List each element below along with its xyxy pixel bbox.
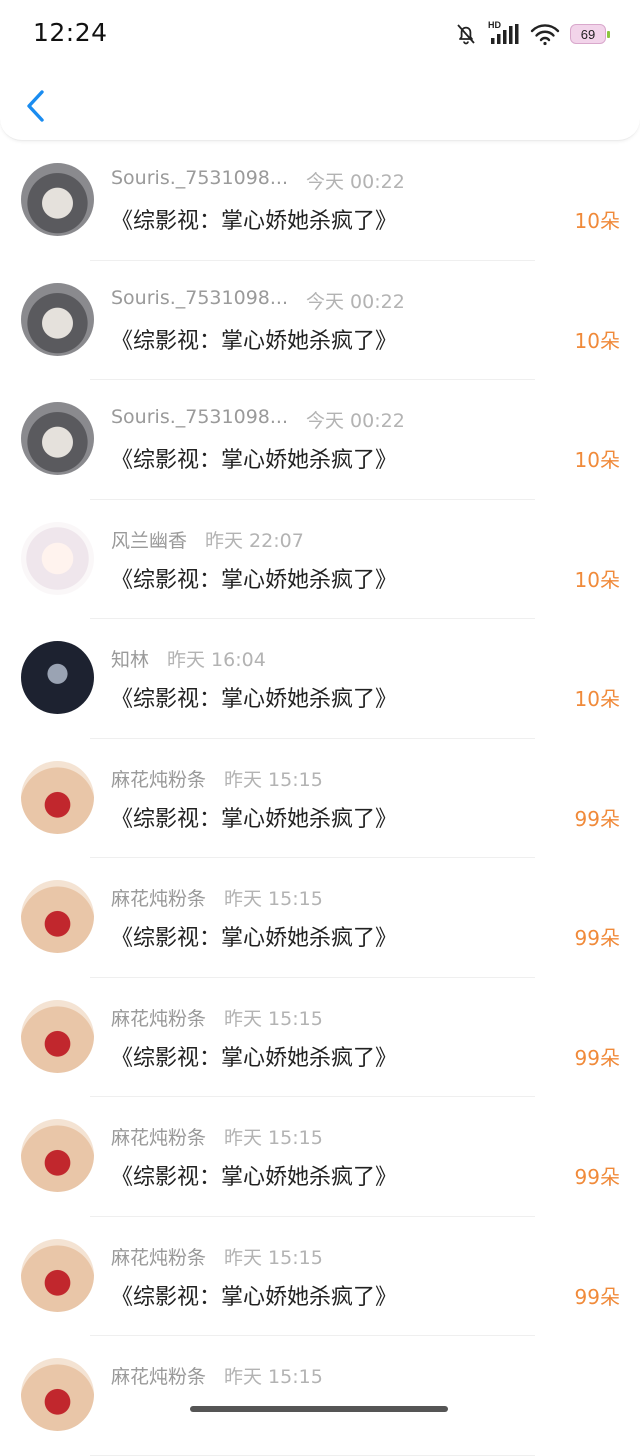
home-indicator [190, 1406, 448, 1412]
gift-amount: 99朵 [574, 806, 620, 831]
row-meta: 风兰幽香 昨天 22:07 [111, 526, 304, 553]
status-icons: HD 69 [454, 20, 610, 48]
user-name[interactable]: Souris._7531098... [111, 287, 288, 314]
avatar[interactable] [21, 163, 94, 236]
timestamp: 昨天 15:15 [224, 1246, 323, 1269]
book-title: 《综影视：掌心娇她杀疯了》 [111, 926, 398, 951]
user-name[interactable]: 麻花炖粉条 [111, 765, 206, 792]
back-arrow-icon[interactable] [22, 88, 48, 124]
gift-amount: 10朵 [574, 448, 620, 472]
status-time: 12:24 [33, 18, 108, 47]
avatar[interactable] [21, 282, 94, 356]
avatar[interactable] [21, 1119, 94, 1192]
battery-icon: 69 [570, 24, 610, 44]
list-item[interactable]: 麻花炖粉条 昨天 15:15 《综影视：掌心娇她杀疯了》 99朵 [0, 1217, 640, 1336]
row-meta: 麻花炖粉条 昨天 15:15 [111, 1362, 323, 1389]
divider [90, 1454, 535, 1456]
avatar[interactable] [21, 521, 94, 595]
list-item[interactable]: Souris._7531098... 今天 00:22 《综影视：掌心娇她杀疯了》 1… [0, 380, 640, 500]
row-meta: 麻花炖粉条 昨天 15:15 [111, 765, 323, 792]
timestamp: 昨天 22:07 [205, 529, 304, 552]
gift-amount: 99朵 [574, 926, 620, 950]
user-name[interactable]: 知林 [111, 645, 149, 672]
gift-record-list: Souris._7531098... 今天 00:22 《综影视：掌心娇她杀疯了》 1… [0, 141, 640, 1456]
gift-amount: 10朵 [574, 328, 620, 353]
row-meta: 麻花炖粉条 昨天 15:15 [111, 884, 323, 911]
timestamp: 今天 00:22 [306, 410, 405, 432]
book-title: 《综影视：掌心娇她杀疯了》 [111, 1284, 398, 1310]
list-item[interactable]: Souris._7531098... 今天 00:22 《综影视：掌心娇她杀疯了》 1… [0, 141, 640, 261]
list-item[interactable]: 麻花炖粉条 昨天 15:15 《综影视：掌心娇她杀疯了》 99朵 [0, 858, 640, 978]
book-title: 《综影视：掌心娇她杀疯了》 [111, 1045, 398, 1071]
row-meta: 麻花炖粉条 昨天 15:15 [111, 1123, 323, 1150]
row-meta: 知林 昨天 16:04 [111, 645, 266, 672]
book-title: 《综影视：掌心娇她杀疯了》 [111, 448, 398, 473]
list-item[interactable]: 风兰幽香 昨天 22:07 《综影视：掌心娇她杀疯了》 10朵 [0, 500, 640, 619]
row-meta: Souris._7531098... 今天 00:22 [111, 406, 405, 433]
avatar[interactable] [21, 402, 94, 475]
list-item[interactable]: 麻花炖粉条 昨天 15:15 《综影视：掌心娇她杀疯了》 99朵 [0, 739, 640, 858]
list-item[interactable]: 麻花炖粉条 昨天 15:15 《综影视：掌心娇她杀疯了》 99朵 [0, 978, 640, 1097]
top-bar: 12:24 HD 69 [0, 0, 640, 141]
avatar[interactable] [21, 999, 94, 1073]
avatar[interactable] [21, 880, 94, 953]
user-name[interactable]: 麻花炖粉条 [111, 1123, 206, 1150]
gift-amount: 10朵 [574, 567, 620, 592]
list-item[interactable]: 麻花炖粉条 昨天 15:15 《综影视：掌心娇她杀疯了》 99朵 [0, 1097, 640, 1217]
book-title: 《综影视：掌心娇她杀疯了》 [111, 328, 398, 354]
timestamp: 今天 00:22 [306, 171, 405, 193]
row-meta: Souris._7531098... 今天 00:22 [111, 287, 405, 314]
gift-amount: 10朵 [574, 209, 620, 233]
list-item[interactable]: 知林 昨天 16:04 《综影视：掌心娇她杀疯了》 10朵 [0, 619, 640, 739]
user-name[interactable]: 风兰幽香 [111, 526, 187, 553]
timestamp: 昨天 15:15 [224, 1366, 323, 1388]
list-item[interactable]: Souris._7531098... 今天 00:22 《综影视：掌心娇她杀疯了》 1… [0, 261, 640, 380]
user-name[interactable]: Souris._7531098... [111, 167, 288, 194]
gift-amount: 99朵 [574, 1045, 620, 1070]
user-name[interactable]: Souris._7531098... [111, 406, 288, 433]
timestamp: 昨天 15:15 [224, 1127, 323, 1149]
gift-amount: 99朵 [574, 1165, 620, 1189]
avatar[interactable] [21, 760, 94, 834]
gift-amount: 10朵 [574, 687, 620, 711]
avatar[interactable] [21, 1238, 94, 1312]
book-title: 《综影视：掌心娇她杀疯了》 [111, 1165, 398, 1190]
book-title: 《综影视：掌心娇她杀疯了》 [111, 806, 398, 832]
timestamp: 昨天 16:04 [167, 649, 266, 671]
user-name[interactable]: 麻花炖粉条 [111, 1243, 206, 1270]
gift-amount: 99朵 [574, 1284, 620, 1309]
row-meta: 麻花炖粉条 昨天 15:15 [111, 1243, 323, 1270]
row-meta: Souris._7531098... 今天 00:22 [111, 167, 405, 194]
avatar[interactable] [21, 641, 94, 714]
signal-icon: HD [488, 20, 520, 46]
battery-level: 69 [580, 26, 596, 42]
timestamp: 昨天 15:15 [224, 768, 323, 791]
wifi-icon [530, 24, 560, 46]
avatar[interactable] [21, 1358, 94, 1431]
book-title: 《综影视：掌心娇她杀疯了》 [111, 209, 398, 234]
user-name[interactable]: 麻花炖粉条 [111, 1362, 206, 1389]
book-title: 《综影视：掌心娇她杀疯了》 [111, 567, 398, 593]
mute-bell-icon [457, 24, 475, 45]
row-meta: 麻花炖粉条 昨天 15:15 [111, 1004, 323, 1031]
book-title: 《综影视：掌心娇她杀疯了》 [111, 687, 398, 712]
timestamp: 今天 00:22 [306, 290, 405, 313]
user-name[interactable]: 麻花炖粉条 [111, 1004, 206, 1031]
user-name[interactable]: 麻花炖粉条 [111, 884, 206, 911]
timestamp: 昨天 15:15 [224, 1007, 323, 1030]
list-item[interactable]: 麻花炖粉条 昨天 15:15 [0, 1336, 640, 1456]
timestamp: 昨天 15:15 [224, 888, 323, 910]
